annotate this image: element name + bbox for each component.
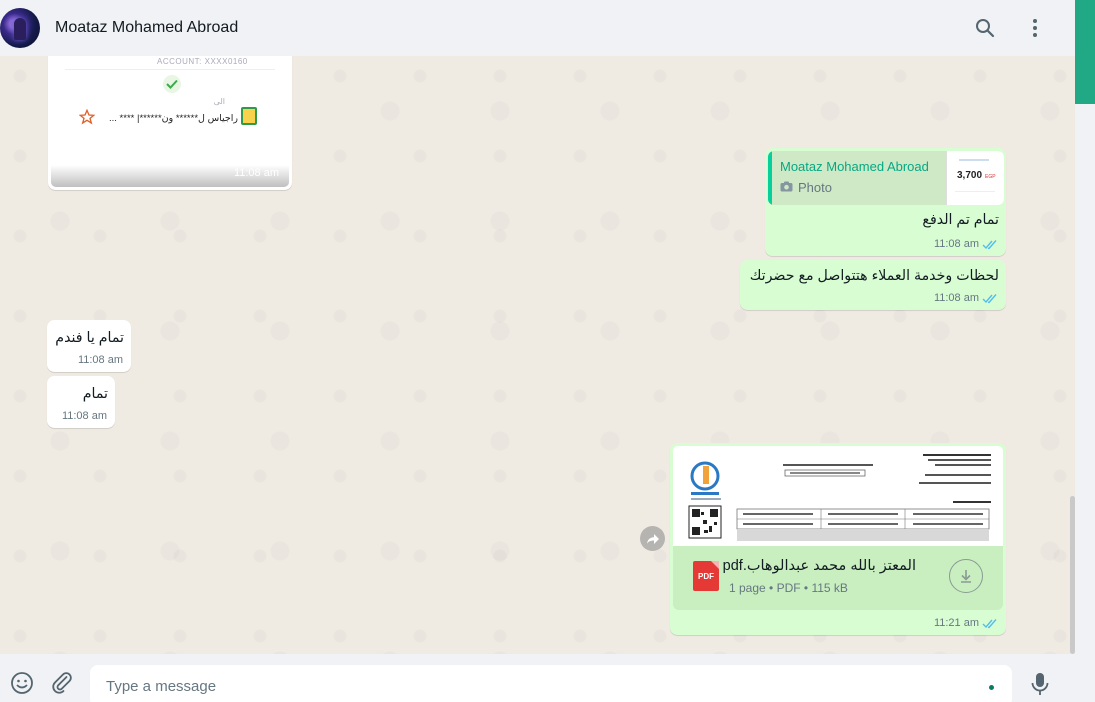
message-time: 11:08 am [933,292,979,304]
composer-bar [0,654,1075,702]
reply-message[interactable]: Moataz Mohamed Abroad Photo 3,700 EGP تم… [765,148,1006,256]
input-status-dot [989,685,994,690]
quote-type: Photo [780,180,832,195]
chat-header: Moataz Mohamed Abroad [0,0,1075,56]
page-scrollbar-thumb[interactable] [1075,0,1095,104]
attach-icon[interactable] [50,671,74,700]
download-button[interactable] [949,559,983,593]
quote-author: Moataz Mohamed Abroad [780,159,929,174]
thumbnail-amount: 3,700 [957,170,983,181]
message-time: 11:08 am [77,354,123,366]
document-preview[interactable] [673,446,1003,546]
quote-type-label: Photo [798,180,832,195]
document-info[interactable]: PDF المعتز بالله محمد عبدالوهاب.pdf 1 pa… [673,546,1003,610]
microphone-icon[interactable] [1030,672,1050,701]
message-meta: 11:21 am [934,617,998,629]
receipt-recipient: راجياس ل****** ون******| **** ... [109,113,239,124]
forward-icon [646,533,659,544]
header-actions [971,14,1049,42]
message-time: 11:21 am [933,617,979,629]
receipt-divider [65,69,275,70]
star-icon [78,108,96,129]
receipt-account: ACCOUNT: XXXX0160 [157,57,248,66]
bank-logo-icon [241,107,257,125]
message-text: تمام [82,386,108,402]
message-text: لحظات وخدمة العملاء هتتواصل مع حضرتك [749,268,999,284]
message-time: 11:08 am [61,410,107,422]
quote-thumbnail: 3,700 EGP [946,151,1004,205]
quoted-message[interactable]: Moataz Mohamed Abroad Photo 3,700 EGP [768,151,1004,205]
outgoing-message[interactable]: لحظات وخدمة العملاء هتتواصل مع حضرتك 11:… [740,260,1006,310]
page-scrollbar[interactable] [1075,0,1095,702]
pdf-file-icon: PDF [693,561,719,591]
message-time: 11:08 am [933,238,979,250]
quote-bar [768,151,772,205]
document-message[interactable]: PDF المعتز بالله محمد عبدالوهاب.pdf 1 pa… [670,443,1006,635]
read-ticks-icon [982,618,998,629]
document-meta: 1 page • PDF • 115 kB [729,581,848,595]
message-meta: 11:08 am [934,238,998,250]
message-text: تمام تم الدفع [922,212,999,228]
read-ticks-icon [982,239,998,250]
menu-icon[interactable] [1021,14,1049,42]
download-icon [961,570,971,583]
thumbnail-line [959,159,989,161]
emoji-icon[interactable] [10,671,34,700]
conversation-panel[interactable]: ACCOUNT: XXXX0160 الى راجياس ل****** ون*… [0,56,1075,654]
incoming-message[interactable]: تمام 11:08 am [47,376,115,428]
incoming-message[interactable]: تمام يا فندم 11:08 am [47,320,131,372]
receipt-image[interactable]: ACCOUNT: XXXX0160 الى راجياس ل****** ون*… [51,56,289,187]
document-filename: المعتز بالله محمد عبدالوهاب.pdf [722,558,916,574]
image-message[interactable]: ACCOUNT: XXXX0160 الى راجياس ل****** ون*… [48,56,292,190]
check-icon [163,75,181,93]
receipt-to-label: الى [213,97,225,106]
message-input[interactable] [90,665,1012,702]
thumbnail-line [955,191,995,192]
chat-scrollbar[interactable] [1070,496,1075,654]
search-icon[interactable] [971,14,999,42]
document-thumbnail [688,454,991,541]
contact-avatar[interactable] [0,8,40,48]
pdf-icon-label: PDF [698,571,714,581]
message-text: تمام يا فندم [55,330,124,346]
message-time: 11:08 am [233,167,279,179]
forward-button[interactable] [640,526,665,551]
read-ticks-icon [982,293,998,304]
contact-name[interactable]: Moataz Mohamed Abroad [55,19,238,37]
thumbnail-currency: EGP [985,174,996,180]
camera-icon [780,180,793,195]
message-meta: 11:08 am [934,292,998,304]
